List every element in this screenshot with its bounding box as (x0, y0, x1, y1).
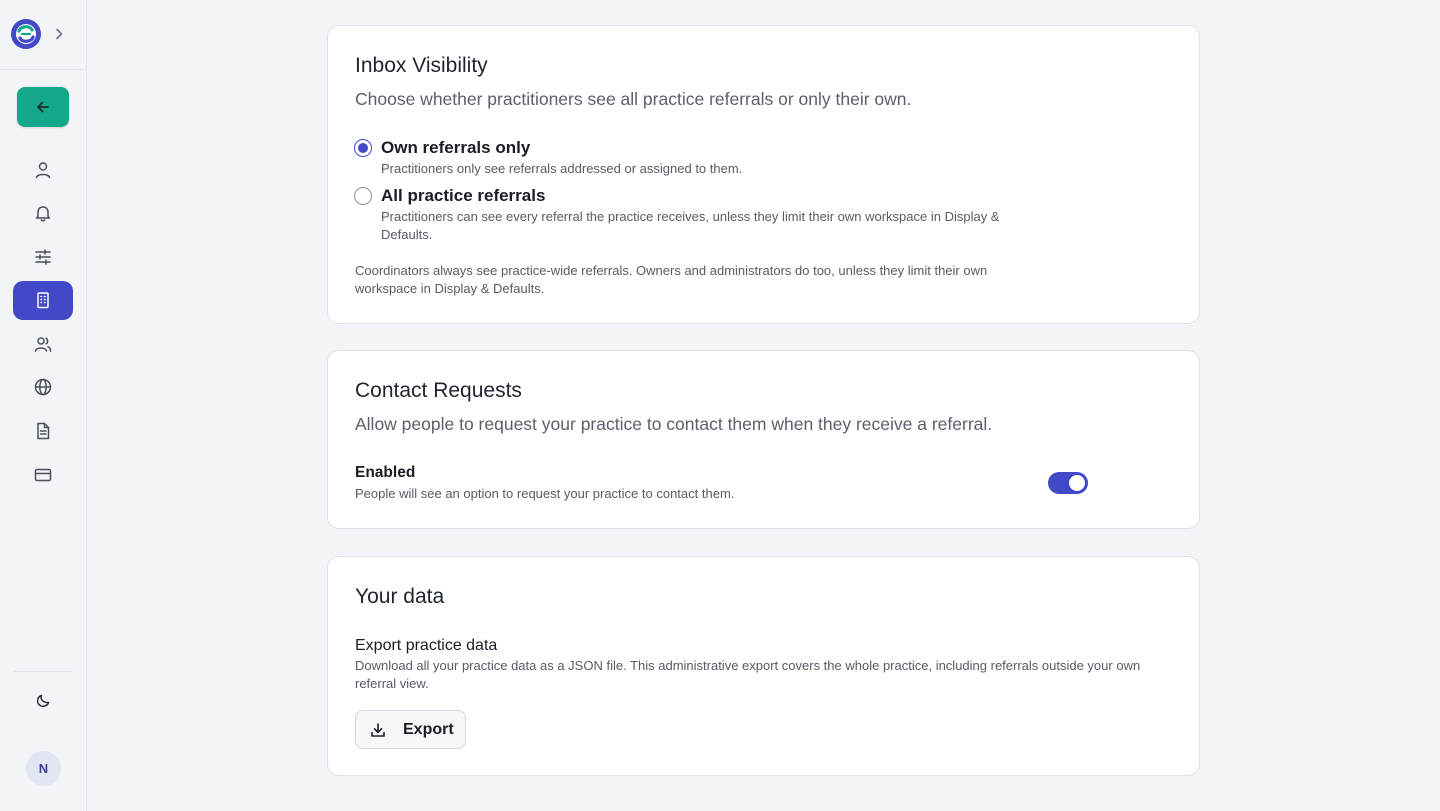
document-icon (37, 422, 50, 440)
theme-toggle-button[interactable] (28, 688, 58, 714)
users-icon (34, 337, 52, 352)
contact-requests-card: Contact Requests Allow people to request… (327, 350, 1200, 529)
building-icon (37, 292, 49, 309)
credit-card-icon (34, 468, 52, 481)
download-icon (371, 722, 385, 737)
export-label: Export practice data (355, 637, 498, 654)
radio-help: Practitioners can see every referral the… (381, 209, 1000, 242)
arrow-left-icon (37, 101, 49, 113)
sidebar-item-practice[interactable] (13, 280, 73, 320)
sidebar-item-documents[interactable] (13, 412, 73, 451)
export-help: Download all your practice data as a JSO… (355, 658, 1141, 691)
inbox-visibility-card: Inbox Visibility Choose whether practiti… (327, 25, 1200, 324)
globe-icon (34, 379, 52, 396)
sidebar-divider-bottom (14, 671, 72, 672)
sidebar: N (0, 0, 87, 811)
bell-icon (35, 206, 51, 222)
card-description: Choose whether practitioners see all pra… (355, 89, 912, 109)
moon-icon (36, 694, 50, 707)
sidebar-item-billing[interactable] (13, 455, 73, 494)
sidebar-item-preferences[interactable] (13, 237, 73, 276)
sidebar-item-profile[interactable] (13, 150, 73, 189)
export-button[interactable]: Export (355, 710, 466, 749)
radio-help: Practitioners only see referrals address… (381, 161, 743, 176)
user-icon (35, 161, 51, 178)
radio-button[interactable] (354, 139, 372, 157)
contact-requests-toggle[interactable] (1048, 472, 1088, 494)
your-data-card: Your data Export practice data Download … (327, 556, 1200, 776)
export-button-label: Export (403, 720, 454, 738)
app-logo[interactable] (10, 18, 42, 50)
card-title: Your data (355, 585, 445, 608)
radio-label: Own referrals only (381, 138, 531, 157)
sidebar-divider (0, 69, 86, 70)
logo-row (10, 18, 66, 50)
sidebar-item-website[interactable] (13, 368, 73, 407)
sidebar-nav (13, 150, 73, 499)
sliders-icon (35, 248, 51, 265)
radio-button[interactable] (354, 187, 372, 205)
back-button[interactable] (17, 87, 69, 127)
sidebar-item-notifications[interactable] (13, 194, 73, 233)
visibility-note: Coordinators always see practice-wide re… (355, 263, 988, 296)
card-title: Contact Requests (355, 379, 522, 402)
card-title: Inbox Visibility (355, 54, 488, 77)
chevron-right-icon[interactable] (52, 27, 66, 41)
sidebar-item-team[interactable] (13, 324, 73, 363)
card-description: Allow people to request your practice to… (355, 414, 993, 434)
enabled-help: People will see an option to request you… (355, 486, 735, 501)
radio-own-referrals[interactable]: Own referrals only Practitioners only se… (354, 137, 1051, 178)
radio-all-referrals[interactable]: All practice referrals Practitioners can… (354, 185, 1051, 244)
radio-label: All practice referrals (381, 186, 546, 205)
avatar[interactable]: N (26, 751, 61, 786)
enabled-label: Enabled (355, 464, 416, 481)
